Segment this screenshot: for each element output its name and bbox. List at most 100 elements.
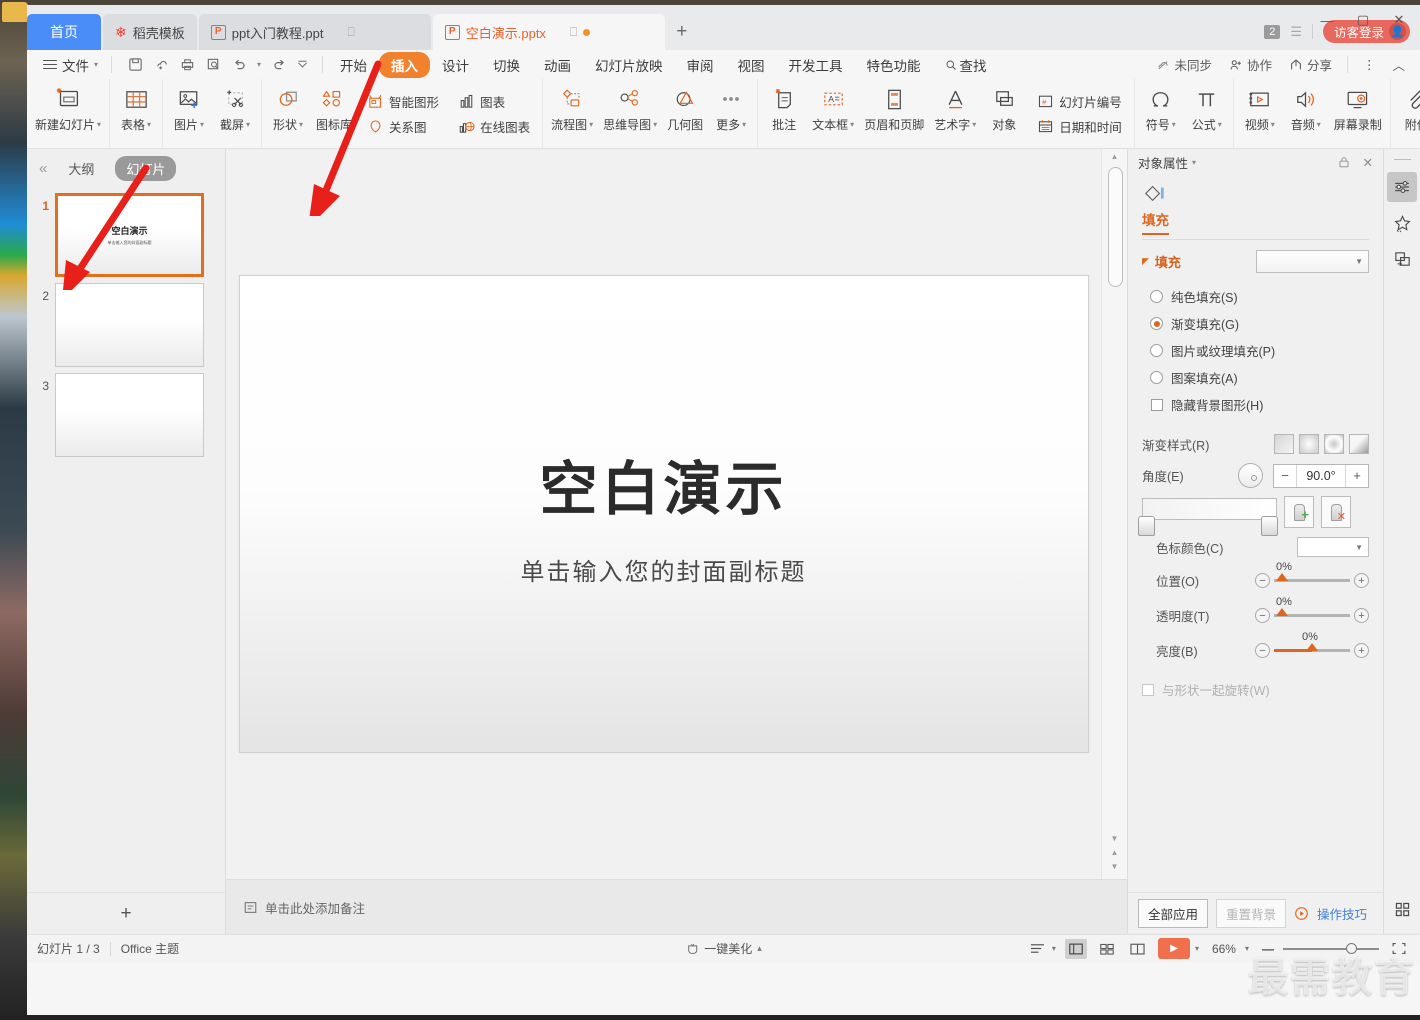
symbol-button[interactable]: 符号 ▾	[1138, 79, 1184, 148]
angle-increase-button[interactable]: +	[1346, 465, 1368, 487]
tab-ppt-tutorial[interactable]: P ppt入门教程.ppt ⎕	[198, 14, 431, 50]
screenshot-button[interactable]: 截屏 ▾	[212, 79, 258, 148]
thumbnail-row-2[interactable]: 2	[27, 277, 225, 367]
slide-counter[interactable]: 幻灯片 1 / 3	[37, 940, 100, 957]
find-button[interactable]: 查找	[933, 52, 999, 78]
gradient-style-rectangular[interactable]	[1324, 434, 1344, 454]
transparency-decrease-button[interactable]: −	[1255, 608, 1270, 623]
icon-library-button[interactable]: 图标库	[311, 79, 357, 148]
customize-icon[interactable]	[293, 54, 311, 76]
scrollbar-thumb[interactable]	[1108, 167, 1123, 287]
wordart-button[interactable]: 艺术字 ▾	[929, 79, 981, 148]
thumbnail-row-3[interactable]: 3	[27, 367, 225, 457]
tab-blank-presentation[interactable]: P 空白演示.pptx ⎕	[432, 14, 665, 50]
angle-decrease-button[interactable]: −	[1274, 465, 1296, 487]
flowchart-button[interactable]: 流程图 ▾	[546, 79, 598, 148]
cloud-sync-icon[interactable]	[149, 54, 173, 76]
formula-button[interactable]: 公式 ▾	[1184, 79, 1230, 148]
online-chart-button[interactable]: 在线图表	[451, 114, 536, 139]
position-slider[interactable]: 0%	[1274, 561, 1350, 582]
tab-animation[interactable]: 动画	[532, 52, 583, 78]
tab-transition[interactable]: 切换	[481, 52, 532, 78]
attachment-button[interactable]: 附件	[1394, 79, 1420, 148]
slide-thumbnail[interactable]	[55, 283, 204, 367]
file-menu-button[interactable]: 文件 ▾	[35, 55, 106, 75]
angle-dial[interactable]	[1238, 463, 1263, 488]
radio-button[interactable]	[1150, 344, 1163, 357]
apply-all-button[interactable]: 全部应用	[1138, 899, 1209, 928]
next-slide-icon[interactable]: ▼	[1102, 859, 1127, 873]
scroll-up-arrow-icon[interactable]: ▲	[1102, 149, 1127, 163]
position-decrease-button[interactable]: −	[1255, 573, 1270, 588]
scroll-down-arrow-icon[interactable]: ▼	[1102, 831, 1127, 845]
new-tab-button[interactable]: +	[667, 14, 697, 50]
notes-pane[interactable]: 单击此处添加备注	[226, 879, 1127, 934]
fit-slide-icon[interactable]	[1388, 939, 1410, 959]
tab-count-badge[interactable]: 2	[1264, 24, 1281, 39]
maximize-button[interactable]: ▢	[1346, 9, 1380, 31]
fill-preset-combo[interactable]: ▼	[1256, 250, 1369, 273]
radio-pattern-fill[interactable]: 图案填充(A)	[1150, 364, 1369, 391]
share-button[interactable]: 分享	[1282, 52, 1339, 77]
collapse-ribbon-button[interactable]: ︿	[1385, 52, 1412, 77]
transparency-slider[interactable]: 0%	[1274, 596, 1350, 617]
effects-icon[interactable]	[1387, 208, 1417, 238]
brightness-increase-button[interactable]: +	[1354, 643, 1369, 658]
chevron-down-icon[interactable]: ▾	[1245, 944, 1249, 953]
brightness-decrease-button[interactable]: −	[1255, 643, 1270, 658]
new-slide-button[interactable]: 新建幻灯片 ▾	[30, 79, 106, 148]
zoom-level[interactable]: 66%	[1212, 942, 1236, 956]
zoom-slider[interactable]	[1283, 942, 1379, 954]
geometry-button[interactable]: 几何图	[662, 79, 708, 148]
save-icon[interactable]	[123, 54, 147, 76]
checkbox-hide-bg-graphics[interactable]: 隐藏背景图形(H)	[1150, 391, 1369, 418]
textbox-button[interactable]: A 文本框 ▾	[807, 79, 859, 148]
tab-special-features[interactable]: 特色功能	[855, 52, 933, 78]
slider-knob[interactable]	[1306, 643, 1318, 651]
add-slide-button[interactable]: +	[27, 892, 225, 934]
tab-insert[interactable]: 插入	[379, 51, 431, 78]
position-increase-button[interactable]: +	[1354, 573, 1369, 588]
reading-view-icon[interactable]	[1127, 939, 1149, 959]
screen-record-button[interactable]: 屏幕录制	[1329, 79, 1387, 148]
previous-slide-icon[interactable]: ▲	[1102, 845, 1127, 859]
radio-button[interactable]	[1150, 317, 1163, 330]
picture-button[interactable]: 图片 ▾	[166, 79, 212, 148]
close-icon[interactable]: ✕	[1363, 155, 1373, 170]
chart-button[interactable]: 图表	[451, 89, 536, 114]
slide-number-button[interactable]: # 幻灯片编号	[1030, 89, 1128, 114]
grid-apps-icon[interactable]	[1387, 894, 1417, 924]
close-button[interactable]: ✕	[1382, 9, 1416, 31]
more-diagrams-button[interactable]: 更多 ▾	[708, 79, 754, 148]
tab-fill[interactable]: 填充	[1142, 209, 1169, 235]
remove-gradient-stop-button[interactable]: ✕	[1321, 496, 1351, 528]
slide-canvas[interactable]: 空白演示 单击输入您的封面副标题	[238, 275, 1089, 753]
gradient-stop-start[interactable]	[1138, 516, 1155, 536]
gradient-style-path[interactable]	[1349, 434, 1369, 454]
angle-value[interactable]: 90.0°	[1296, 464, 1346, 487]
tab-list-icon[interactable]: ☰	[1290, 24, 1302, 40]
print-icon[interactable]	[175, 54, 199, 76]
tab-monitor-icon[interactable]: ⎕	[348, 25, 355, 40]
radio-button[interactable]	[1150, 290, 1163, 303]
add-gradient-stop-button[interactable]: +	[1284, 496, 1314, 528]
table-button[interactable]: 表格 ▾	[113, 79, 159, 148]
tips-link[interactable]: 操作技巧	[1317, 904, 1367, 923]
chevron-down-icon[interactable]: ▾	[1195, 944, 1199, 953]
chevron-down-icon[interactable]: ▾	[1192, 158, 1196, 167]
slide-title-placeholder[interactable]: 空白演示	[539, 442, 787, 526]
start-slideshow-button[interactable]: ▶	[1157, 938, 1190, 959]
gradient-style-linear[interactable]	[1274, 434, 1294, 454]
tab-design[interactable]: 设计	[430, 52, 481, 78]
fill-section-header[interactable]: ◤ 填充 ▼	[1142, 250, 1369, 273]
audio-button[interactable]: 音频 ▾	[1283, 79, 1329, 148]
transparency-increase-button[interactable]: +	[1354, 608, 1369, 623]
zoom-slider-knob[interactable]	[1346, 942, 1357, 954]
rotate-with-shape-row[interactable]: 与形状一起旋转(W)	[1128, 660, 1383, 699]
minimize-button[interactable]: —	[1310, 9, 1344, 31]
slide-thumbnail[interactable]: 空白演示 单击输入您的封面副标题	[55, 193, 204, 277]
gradient-stop-end[interactable]	[1261, 516, 1278, 536]
chevron-down-icon[interactable]: ▾	[1052, 944, 1056, 953]
reset-background-button[interactable]: 重置背景	[1216, 899, 1287, 928]
tab-monitor-icon[interactable]: ⎕	[570, 25, 577, 40]
